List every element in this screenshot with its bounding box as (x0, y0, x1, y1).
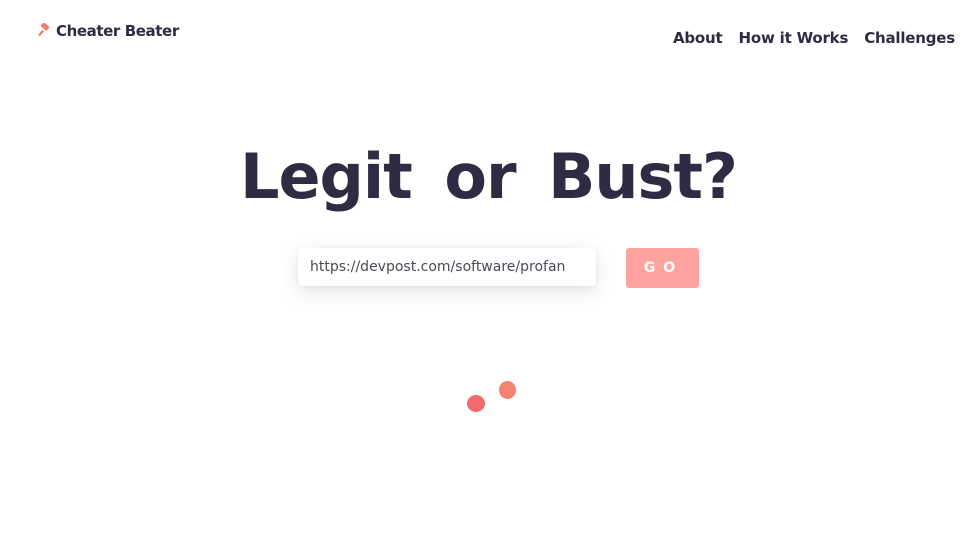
url-input[interactable] (298, 248, 596, 286)
loader-dot (467, 395, 485, 412)
nav-about-link[interactable]: About (673, 29, 723, 47)
brand-logo[interactable]: Cheater Beater (36, 22, 179, 40)
nav-challenges-link[interactable]: Challenges (864, 29, 955, 47)
hero-title: Legit or Bust? (239, 140, 738, 213)
top-nav: About How it Works Challenges (673, 29, 955, 47)
loader-dot (499, 381, 516, 399)
nav-how-it-works-link[interactable]: How it Works (739, 29, 849, 47)
brand-name: Cheater Beater (56, 22, 179, 40)
go-button[interactable]: GO (626, 248, 699, 288)
gavel-icon (36, 22, 52, 39)
loading-indicator (460, 375, 530, 420)
